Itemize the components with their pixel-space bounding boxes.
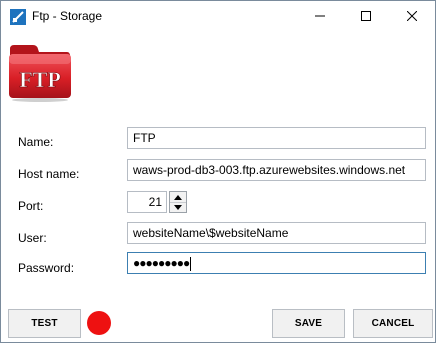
password-field[interactable]: ●●●●●●●●●	[127, 252, 426, 274]
maximize-button[interactable]	[343, 1, 389, 31]
name-value: FTP	[133, 131, 156, 145]
port-decrement-button[interactable]	[170, 202, 186, 212]
connection-status-indicator	[87, 311, 111, 335]
cancel-button[interactable]: CANCEL	[353, 309, 433, 338]
port-field[interactable]: 21	[127, 191, 167, 213]
port-label: Port:	[18, 199, 44, 213]
title-bar[interactable]: Ftp - Storage	[1, 1, 435, 31]
host-name-label: Host name:	[18, 167, 80, 181]
host-name-field[interactable]: waws-prod-db3-003.ftp.azurewebsites.wind…	[127, 159, 426, 181]
close-icon	[407, 11, 417, 21]
port-stepper[interactable]	[169, 191, 187, 213]
ftp-storage-dialog: Ftp - Storage FTP Name: FTP Host name: w…	[0, 0, 436, 343]
ftp-logo-icon: FTP	[9, 45, 71, 102]
save-button[interactable]: SAVE	[272, 309, 345, 338]
chevron-down-icon	[174, 204, 182, 210]
user-field[interactable]: websiteName\$websiteName	[127, 222, 426, 244]
name-field[interactable]: FTP	[127, 127, 426, 149]
text-caret	[190, 256, 192, 271]
ftp-storage-app-icon	[10, 9, 26, 25]
password-label: Password:	[18, 261, 75, 275]
chevron-up-icon	[174, 194, 182, 200]
test-button[interactable]: TEST	[8, 309, 81, 338]
logo-text: FTP	[19, 67, 61, 92]
password-value: ●●●●●●●●●	[133, 256, 190, 270]
maximize-icon	[361, 11, 371, 21]
host-name-value: waws-prod-db3-003.ftp.azurewebsites.wind…	[133, 163, 406, 177]
window-title: Ftp - Storage	[32, 9, 103, 23]
name-label: Name:	[18, 135, 54, 149]
minimize-icon	[315, 15, 325, 17]
user-value: websiteName\$websiteName	[133, 226, 289, 240]
user-label: User:	[18, 231, 47, 245]
port-value: 21	[148, 195, 162, 209]
close-button[interactable]	[389, 1, 435, 31]
minimize-button[interactable]	[297, 1, 343, 31]
